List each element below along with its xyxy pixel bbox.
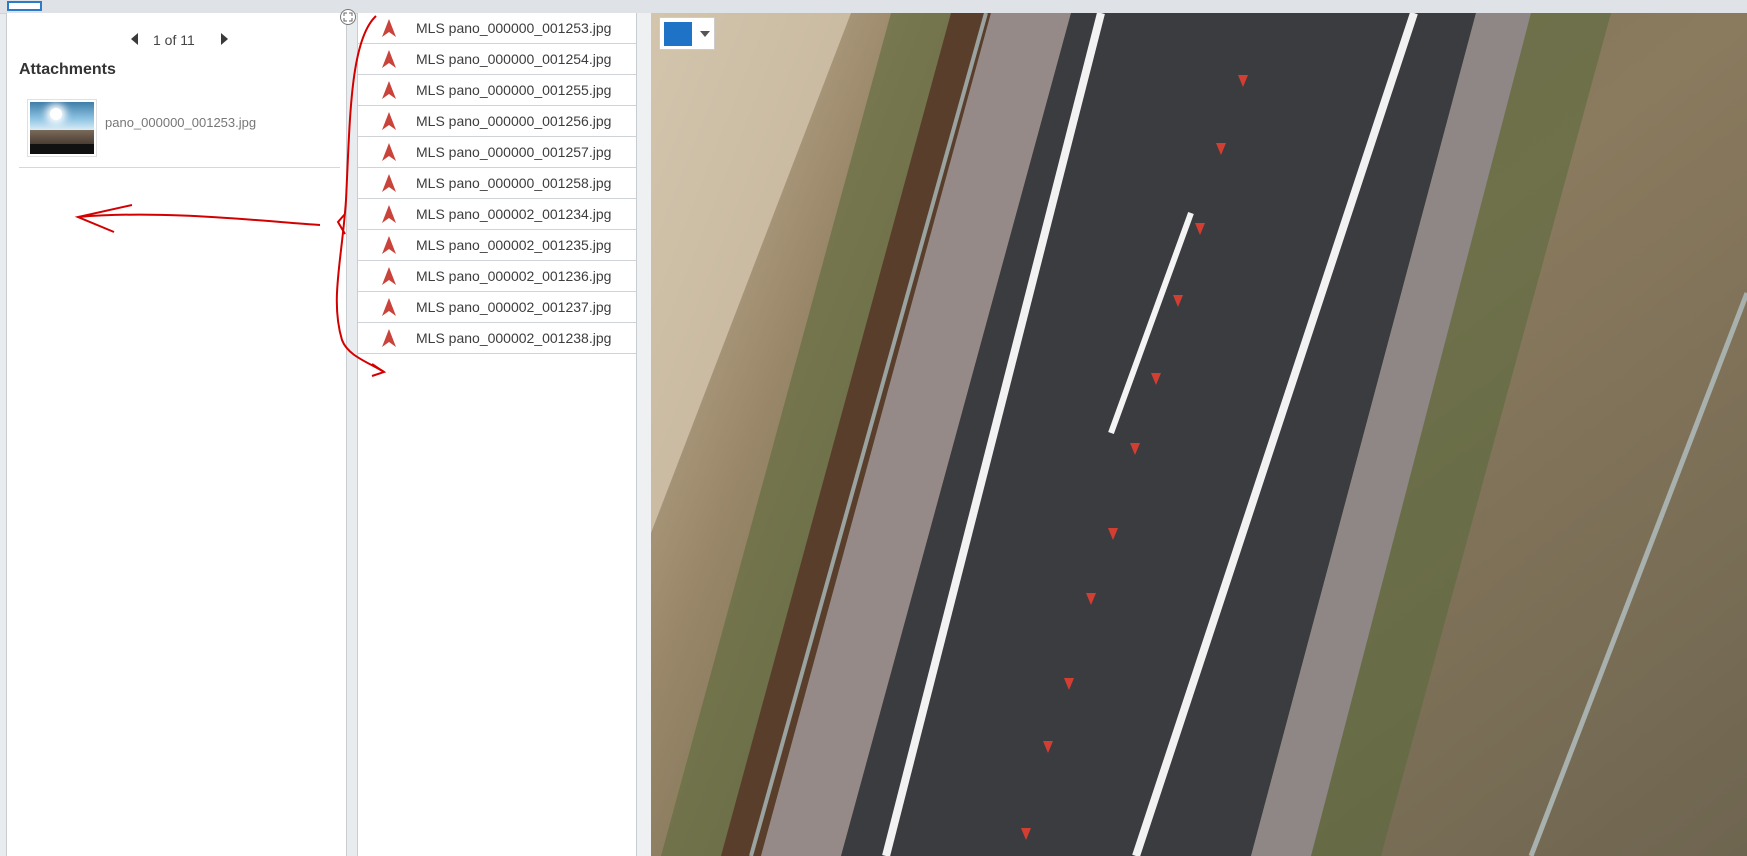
map-view[interactable] xyxy=(651,13,1747,856)
feature-list-label: MLS pano_000002_001235.jpg xyxy=(416,237,612,253)
direction-arrow-icon xyxy=(382,205,396,223)
direction-arrow-icon xyxy=(382,174,396,192)
direction-arrow-icon xyxy=(382,112,396,130)
direction-arrow-icon xyxy=(382,298,396,316)
thumbnail-base xyxy=(30,144,94,154)
feature-list-label: MLS pano_000002_001236.jpg xyxy=(416,268,612,284)
panel-splitter[interactable] xyxy=(637,13,651,856)
expand-arrows-glyph xyxy=(343,12,353,22)
thumbnail-sky xyxy=(30,102,94,130)
feature-list-label: MLS pano_000002_001234.jpg xyxy=(416,206,612,222)
popup-pager: 1 of 11 xyxy=(7,27,348,51)
feature-list-label: MLS pano_000000_001254.jpg xyxy=(416,51,612,67)
thumbnail-ground xyxy=(30,130,94,144)
active-tab-marker[interactable] xyxy=(7,1,42,11)
feature-list-item[interactable]: MLS pano_000000_001254.jpg xyxy=(358,44,636,75)
aerial-imagery xyxy=(651,13,1747,856)
feature-list-item[interactable]: MLS pano_000002_001238.jpg xyxy=(358,323,636,354)
expand-icon[interactable] xyxy=(340,9,356,25)
feature-list-label: MLS pano_000000_001255.jpg xyxy=(416,82,612,98)
feature-list: MLS pano_000000_001253.jpg MLS pano_00000… xyxy=(357,13,637,856)
feature-list-label: MLS pano_000000_001257.jpg xyxy=(416,144,612,160)
feature-list-item[interactable]: MLS pano_000000_001255.jpg xyxy=(358,75,636,106)
direction-arrow-icon xyxy=(382,236,396,254)
direction-arrow-icon xyxy=(382,329,396,347)
feature-list-item[interactable]: MLS pano_000000_001256.jpg xyxy=(358,106,636,137)
feature-list-item[interactable]: MLS pano_000002_001236.jpg xyxy=(358,261,636,292)
feature-list-item[interactable]: MLS pano_000002_001234.jpg xyxy=(358,199,636,230)
thumbnail-sun xyxy=(50,108,62,120)
window-top-strip xyxy=(0,0,1747,14)
feature-list-label: MLS pano_000002_001237.jpg xyxy=(416,299,612,315)
feature-list-item[interactable]: MLS pano_000002_001235.jpg xyxy=(358,230,636,261)
feature-list-item[interactable]: MLS pano_000002_001237.jpg xyxy=(358,292,636,323)
feature-list-label: MLS pano_000002_001238.jpg xyxy=(416,330,612,346)
basemap-gallery-icon xyxy=(664,22,692,46)
direction-arrow-icon xyxy=(382,50,396,68)
feature-list-item[interactable]: MLS pano_000000_001258.jpg xyxy=(358,168,636,199)
direction-arrow-icon xyxy=(382,143,396,161)
direction-arrow-icon xyxy=(382,19,396,37)
feature-list-label: MLS pano_000000_001253.jpg xyxy=(416,20,612,36)
feature-list-label: MLS pano_000000_001258.jpg xyxy=(416,175,612,191)
basemap-gallery-button[interactable] xyxy=(659,17,715,50)
direction-arrow-icon xyxy=(382,267,396,285)
previous-feature-icon[interactable] xyxy=(131,33,138,45)
next-feature-icon[interactable] xyxy=(221,33,228,45)
chevron-down-icon xyxy=(700,31,710,37)
pager-count: 1 of 11 xyxy=(153,32,195,48)
attachments-heading: Attachments xyxy=(19,61,116,78)
feature-list-label: MLS pano_000000_001256.jpg xyxy=(416,113,612,129)
feature-popup-panel: 1 of 11 Attachments pano_000000_001253.j… xyxy=(6,9,356,856)
attachment-filename[interactable]: pano_000000_001253.jpg xyxy=(105,115,256,130)
feature-list-item[interactable]: MLS pano_000000_001253.jpg xyxy=(358,13,636,44)
feature-list-item[interactable]: MLS pano_000000_001257.jpg xyxy=(358,137,636,168)
direction-arrow-icon xyxy=(382,81,396,99)
attachment-thumbnail[interactable] xyxy=(27,99,97,157)
attachment-item[interactable]: pano_000000_001253.jpg xyxy=(19,93,340,168)
